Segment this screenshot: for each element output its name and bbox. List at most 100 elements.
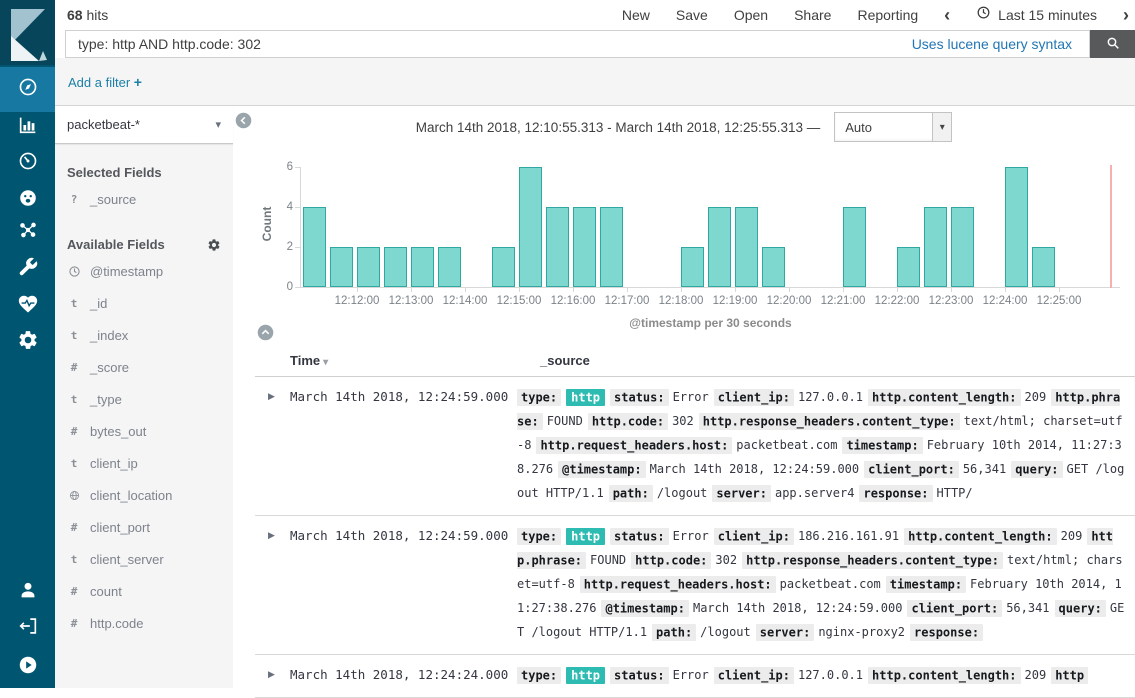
x-axis-line <box>300 287 1120 288</box>
selected-fields-heading: Selected Fields <box>67 165 221 180</box>
histogram-bar-12:15:30[interactable] <box>546 207 569 287</box>
expand-row-caret[interactable]: ▶ <box>255 663 290 687</box>
histogram-bar-12:13:30[interactable] <box>438 247 461 287</box>
histogram-bar-12:22:00[interactable] <box>897 247 920 287</box>
histogram-bar-12:18:00[interactable] <box>681 247 704 287</box>
x-tick-label: 12:12:00 <box>335 295 380 307</box>
reporting-button[interactable]: Reporting <box>857 7 918 23</box>
nav-item-visualize[interactable] <box>0 108 55 146</box>
nav-item-dev-tools[interactable] <box>0 250 55 288</box>
histogram-bar-12:12:00[interactable] <box>357 247 380 287</box>
nav-item-dashboard[interactable] <box>0 144 55 182</box>
sort-desc-icon: ▾ <box>323 357 328 368</box>
time-forward-button[interactable]: › <box>1123 6 1129 24</box>
add-filter-button[interactable]: Add a filter + <box>68 74 142 90</box>
x-tick <box>789 287 790 292</box>
row-time: March 14th 2018, 12:24:24.000 <box>290 663 517 687</box>
x-tick <box>465 287 466 292</box>
time-back-button[interactable]: ‹ <box>944 6 950 24</box>
field-item-count[interactable]: #count <box>55 576 233 608</box>
nav-item-collapse-nav[interactable] <box>0 648 55 686</box>
source-field-value: 209 <box>1025 390 1047 404</box>
table-header: Time▾ _source <box>255 345 1135 377</box>
expand-row-caret[interactable]: ▶ <box>255 524 290 644</box>
histogram-bar-13:13:00[interactable] <box>411 247 434 287</box>
histogram-bar-12:24:00[interactable] <box>1005 167 1028 287</box>
histogram-bar-12:22:30[interactable] <box>924 207 947 287</box>
histogram-bar-12:19:00[interactable] <box>735 207 758 287</box>
histogram-bar-12:11:30[interactable] <box>330 247 353 287</box>
field-item-client_location[interactable]: client_location <box>55 480 233 512</box>
source-field-value: FOUND <box>547 414 583 428</box>
nav-item-account[interactable] <box>0 573 55 611</box>
field-item-http.code[interactable]: #http.code <box>55 608 233 640</box>
collapse-chart-button[interactable] <box>257 324 274 341</box>
nav-item-discover[interactable] <box>0 67 55 112</box>
source-field-key: client_ip: <box>714 528 794 545</box>
chart-header: March 14th 2018, 12:10:55.313 - March 14… <box>233 110 1135 144</box>
histogram-bar-12:18:30[interactable] <box>708 207 731 287</box>
field-item-_type[interactable]: t_type <box>55 384 233 416</box>
search-button[interactable] <box>1090 30 1135 58</box>
field-item-_score[interactable]: #_score <box>55 352 233 384</box>
histogram-bar-12:12:30[interactable] <box>384 247 407 287</box>
field-item-_index[interactable]: t_index <box>55 320 233 352</box>
source-field-key: http.content_length: <box>868 389 1021 406</box>
histogram-bar-12:16:00[interactable] <box>573 207 596 287</box>
document-table: Time▾ _source ▶ March 14th 2018, 12:24:59… <box>255 345 1135 698</box>
field-item-client_server[interactable]: tclient_server <box>55 544 233 576</box>
histogram-bar-12:16:30[interactable] <box>600 207 623 287</box>
number-type-icon: # <box>67 361 81 374</box>
open-button[interactable]: Open <box>734 7 768 23</box>
string-type-icon: t <box>67 553 81 566</box>
source-field-value: 127.0.0.1 <box>798 390 863 404</box>
field-item-@timestamp[interactable]: @timestamp <box>55 256 233 288</box>
row-source: type:httpstatus:Errorclient_ip:186.216.1… <box>517 524 1129 644</box>
number-type-icon: # <box>67 521 81 534</box>
fields-panel: packetbeat-* ▾ Selected Fields ?_source … <box>55 106 233 688</box>
histogram-bar-12:15:00[interactable] <box>519 167 542 287</box>
field-item-_id[interactable]: t_id <box>55 288 233 320</box>
collapse-sidebar-button[interactable] <box>235 112 252 129</box>
expand-row-caret[interactable]: ▶ <box>255 385 290 505</box>
share-button[interactable]: Share <box>794 7 831 23</box>
nav-item-graph[interactable] <box>0 213 55 251</box>
index-pattern-selector[interactable]: packetbeat-* ▾ <box>55 106 233 144</box>
field-name: client_location <box>90 488 172 503</box>
field-item-bytes_out[interactable]: #bytes_out <box>55 416 233 448</box>
x-tick <box>735 287 736 292</box>
histogram-bar-12:19:30[interactable] <box>762 247 785 287</box>
field-item-client_port[interactable]: #client_port <box>55 512 233 544</box>
source-field-value: 186.216.161.91 <box>798 529 899 543</box>
lucene-syntax-link[interactable]: Uses lucene query syntax <box>912 36 1072 52</box>
plus-icon: + <box>134 74 142 90</box>
histogram-bar-12:24:30[interactable] <box>1032 247 1055 287</box>
x-tick-label: 12:23:00 <box>929 295 974 307</box>
string-type-icon: t <box>67 457 81 470</box>
histogram-bar-12:21:00[interactable] <box>843 207 866 287</box>
interval-select[interactable]: Auto ▾ <box>834 112 952 142</box>
histogram-bar-12:23:00[interactable] <box>951 207 974 287</box>
column-header-time[interactable]: Time▾ <box>290 353 328 368</box>
x-tick-label: 12:24:00 <box>983 295 1028 307</box>
new-button[interactable]: New <box>622 7 650 23</box>
source-field-key: http.code: <box>588 413 668 430</box>
table-row: ▶March 14th 2018, 12:24:24.000type:https… <box>255 655 1135 698</box>
time-picker-button[interactable]: Last 15 minutes <box>976 5 1097 25</box>
save-button[interactable]: Save <box>676 7 708 23</box>
source-field-key: client_port: <box>864 461 959 478</box>
unknown-type-icon: ? <box>67 193 81 206</box>
nav-item-management[interactable] <box>0 323 55 361</box>
source-field-key: status: <box>610 389 669 406</box>
field-settings-gear-icon[interactable] <box>207 238 221 252</box>
y-tick-label: 0 <box>267 281 293 293</box>
histogram-bar-12:14:30[interactable] <box>492 247 515 287</box>
source-field-value: packetbeat.com <box>736 438 837 452</box>
histogram-bar-12:11:00[interactable] <box>303 207 326 287</box>
source-field-value: March 14th 2018, 12:24:59.000 <box>693 601 903 615</box>
nav-item-logout[interactable] <box>0 609 55 647</box>
field-item-client_ip[interactable]: tclient_ip <box>55 448 233 480</box>
field-item-_source[interactable]: ?_source <box>55 184 233 216</box>
nav-item-monitoring[interactable] <box>0 287 55 325</box>
kibana-logo[interactable] <box>0 0 55 65</box>
